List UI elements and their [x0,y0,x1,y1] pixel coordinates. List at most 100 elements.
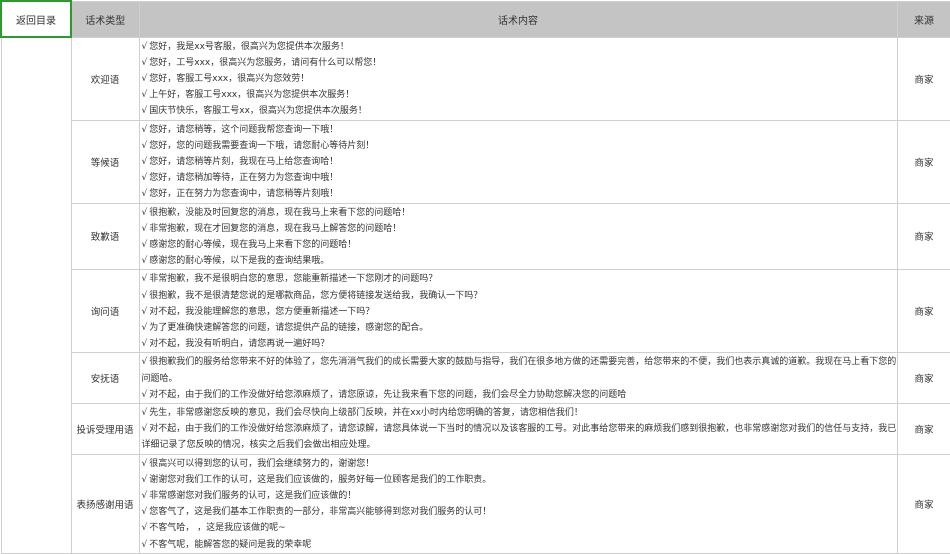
script-line: √ 您好，请您稍等片刻，我现在马上给您查询哈！ [141,154,897,170]
check-icon: √ [141,256,148,267]
check-icon: √ [141,306,148,317]
check-icon: √ [141,207,148,218]
script-line: √ 很抱歉，我不是很清楚您说的是哪款商品，您方便将链接发送给我，我确认一下吗？ [141,288,897,304]
script-line: √ 对不起，由于我们的工作没做好给您添麻烦了，请您原谅，先让我来看下您的问题，我们… [141,387,897,403]
row-source: 商家 [896,119,950,204]
script-line: √ 很抱歉我们的服务给您带来不好的体验了，您先消消气我们的成长需要大家的鼓励与指导… [141,354,897,386]
script-line-text: 您好，请您稍等片刻，我现在马上给您查询哈！ [149,156,339,167]
script-line-text: 很抱歉，我不是很清楚您说的是哪款商品，您方便将链接发送给我，我确认一下吗？ [149,290,483,301]
row-content: √ 非常抱歉，我不是很明白您的意思，您能重新描述一下您刚才的问题吗？ √ 很抱歉，我不… [138,269,898,354]
column-header-source: 来源 [896,0,950,38]
script-line-text: 您好，我是xx号客服，很高兴为您提供本次服务！ [149,41,349,52]
table-row: 安抚语 √ 很抱歉我们的服务给您带来不好的体验了，您先消消气我们的成长需要大家的鼓… [1,352,950,404]
check-icon: √ [141,474,148,485]
table-row: 投诉受理用语 √ 先生，非常感谢您反映的意见，我们会尽快向上级部门反映，并在xx小… [1,402,950,455]
script-line-text: 您好，正在努力为您查询中，请您稍等片刻哦！ [149,189,339,200]
script-line: √ 非常抱歉，现在才回复您的消息，现在我马上解答您的问题哈！ [141,221,897,237]
check-icon: √ [141,424,148,435]
script-line: √ 您好，您的问题我需要查询一下哦，请您耐心等待片刻！ [141,138,897,154]
script-line: √ 对不起，我没有听明白，请您再说一遍好吗？ [141,336,897,352]
script-line: √ 对不起，由于我们的工作没做好给您添麻烦了，请您谅解，请您具体说一下当时的情况以… [141,421,897,453]
column-header-type: 话术类型 [70,0,140,38]
script-line: √ 您好，我是xx号客服，很高兴为您提供本次服务！ [141,39,897,55]
row-type: 询问语 [70,269,140,354]
row-source: 商家 [896,402,950,455]
check-icon: √ [141,274,148,285]
script-line: √ 您好，请您稍等，这个问题我帮您查询一下哦！ [141,122,897,138]
script-line-text: 很高兴可以得到您的认可，我们会继续努力的，谢谢您！ [149,458,375,469]
script-line-text: 非常抱歉，现在才回复您的消息，现在我马上解答您的问题哈！ [149,223,402,234]
script-line: √ 不客气哈， ，这是我应该做的呢~ [141,520,897,536]
row-content: √ 您好，请您稍等，这个问题我帮您查询一下哦！ √ 您好，您的问题我需要查询一下哦，请… [138,119,898,204]
check-icon: √ [141,523,148,534]
check-icon: √ [141,339,148,350]
table-row: 表扬感谢用语 √ 很高兴可以得到您的认可，我们会继续努力的，谢谢您！ √ 谢谢您对我们… [1,453,950,554]
check-icon: √ [141,407,148,418]
column-header-content: 话术内容 [138,0,898,38]
check-icon: √ [141,389,148,400]
script-line-text: 您好，客服工号xxx，很高兴为您效劳！ [149,73,310,84]
script-line-text: 对不起，由于我们的工作没做好给您添麻烦了，请您原谅，先让我来看下您的问题，我们会… [149,389,627,400]
table-row: 询问语 √ 非常抱歉，我不是很明白您的意思，您能重新描述一下您刚才的问题吗？ √ 很抱… [1,269,950,354]
script-line: √ 国庆节快乐，客服工号xx，很高兴为您提供本次服务！ [141,103,897,119]
row-content: √ 先生，非常感谢您反映的意见，我们会尽快向上级部门反映，并在xx小时内给您明确的… [138,402,898,455]
check-icon: √ [141,41,148,52]
script-line: √ 先生，非常感谢您反映的意见，我们会尽快向上级部门反映，并在xx小时内给您明确的… [141,405,897,421]
script-line-text: 感谢您的耐心等候，现在我马上来看下您的问题哈！ [149,239,357,250]
row-content: √ 您好，我是xx号客服，很高兴为您提供本次服务！ √ 您好，工号xxx，很高兴为您服… [138,36,898,121]
row-content: √ 很高兴可以得到您的认可，我们会继续努力的，谢谢您！ √ 谢谢您对我们工作的认可，这… [138,453,898,554]
row-type: 欢迎语 [70,36,140,121]
script-table: 返回目录 话术类型 话术内容 来源 欢迎语 √ 您好，我是xx号客服，很高兴为您提… [0,0,950,554]
check-icon: √ [141,322,148,333]
script-line-text: 感谢您的耐心等候，以下是我的查询结果哦。 [149,256,330,267]
script-line: √ 非常感谢您对我们服务的认可，这是我们应该做的！ [141,488,897,504]
check-icon: √ [141,290,148,301]
script-line-text: 谢谢您对我们工作的认可，这是我们应该做的，服务好每一位顾客是我们的工作职责。 [149,474,492,485]
check-icon: √ [141,124,148,135]
script-line-text: 很抱歉我们的服务给您带来不好的体验了，您先消消气我们的成长需要大家的鼓励与指导，… [141,357,897,384]
script-line: √ 不客气呢，能解答您的疑问是我的荣幸呢 [141,537,897,553]
row-type: 安抚语 [70,352,140,404]
script-line: √ 您好，正在努力为您查询中，请您稍等片刻哦！ [141,186,897,202]
script-line: √ 谢谢您对我们工作的认可，这是我们应该做的，服务好每一位顾客是我们的工作职责。 [141,472,897,488]
check-icon: √ [141,490,148,501]
back-to-directory-button[interactable]: 返回目录 [0,0,72,38]
check-icon: √ [141,73,148,84]
script-line: √ 您客气了，这是我们基本工作职责的一部分，非常高兴能够得到您对我们服务的认可！ [141,504,897,520]
script-line: √ 很抱歉，没能及时回复您的消息，现在我马上来看下您的问题哈！ [141,205,897,221]
script-line-text: 先生，非常感谢您反映的意见，我们会尽快向上级部门反映，并在xx小时内给您明确的答… [149,407,583,418]
script-line-text: 为了更准确快速解答您的问题，请您提供产品的链接，感谢您的配合。 [149,322,429,333]
script-line: √ 感谢您的耐心等候，现在我马上来看下您的问题哈！ [141,237,897,253]
script-line-text: 不客气哈， ，这是我应该做的呢~ [149,523,286,534]
check-icon: √ [141,357,148,368]
row-source: 商家 [896,202,950,271]
script-line: √ 对不起，我没能理解您的意思，您方便重新描述一下吗？ [141,304,897,320]
table-header-row: 返回目录 话术类型 话术内容 来源 [0,0,950,38]
script-line-text: 很抱歉，没能及时回复您的消息，现在我马上来看下您的问题哈！ [149,207,411,218]
script-line: √ 您好，工号xxx，很高兴为您服务，请问有什么可以帮您！ [141,55,897,71]
script-line-text: 对不起，由于我们的工作没做好给您添麻烦了，请您谅解，请您具体说一下当时的情况以及… [141,424,897,451]
row-type: 投诉受理用语 [70,402,140,455]
row-type: 致歉语 [70,202,140,271]
script-line-text: 您好，请您稍加等待，正在努力为您查询中哦！ [149,173,339,184]
row-type: 等候语 [70,119,140,204]
script-line: √ 您好，请您稍加等待，正在努力为您查询中哦！ [141,170,897,186]
check-icon: √ [141,458,148,469]
row-source: 商家 [896,453,950,554]
row-content: √ 很抱歉我们的服务给您带来不好的体验了，您先消消气我们的成长需要大家的鼓励与指导… [138,352,898,404]
script-line-text: 对不起，我没有听明白，请您再说一遍好吗？ [149,339,330,350]
row-type: 表扬感谢用语 [70,453,140,554]
script-line-text: 国庆节快乐，客服工号xx，很高兴为您提供本次服务！ [149,106,367,117]
script-line: √ 您好，客服工号xxx，很高兴为您效劳！ [141,71,897,87]
table-row: 等候语 √ 您好，请您稍等，这个问题我帮您查询一下哦！ √ 您好，您的问题我需要查询一… [1,119,950,204]
row-source: 商家 [896,36,950,121]
check-icon: √ [141,189,148,200]
script-line: √ 非常抱歉，我不是很明白您的意思，您能重新描述一下您刚才的问题吗？ [141,271,897,287]
check-icon: √ [141,507,148,518]
check-icon: √ [141,90,148,101]
blank-column [0,36,72,554]
check-icon: √ [141,57,148,68]
script-line: √ 感谢您的耐心等候，以下是我的查询结果哦。 [141,253,897,269]
table-body: 欢迎语 √ 您好，我是xx号客服，很高兴为您提供本次服务！ √ 您好，工号xxx，很高… [0,36,950,554]
check-icon: √ [141,140,148,151]
